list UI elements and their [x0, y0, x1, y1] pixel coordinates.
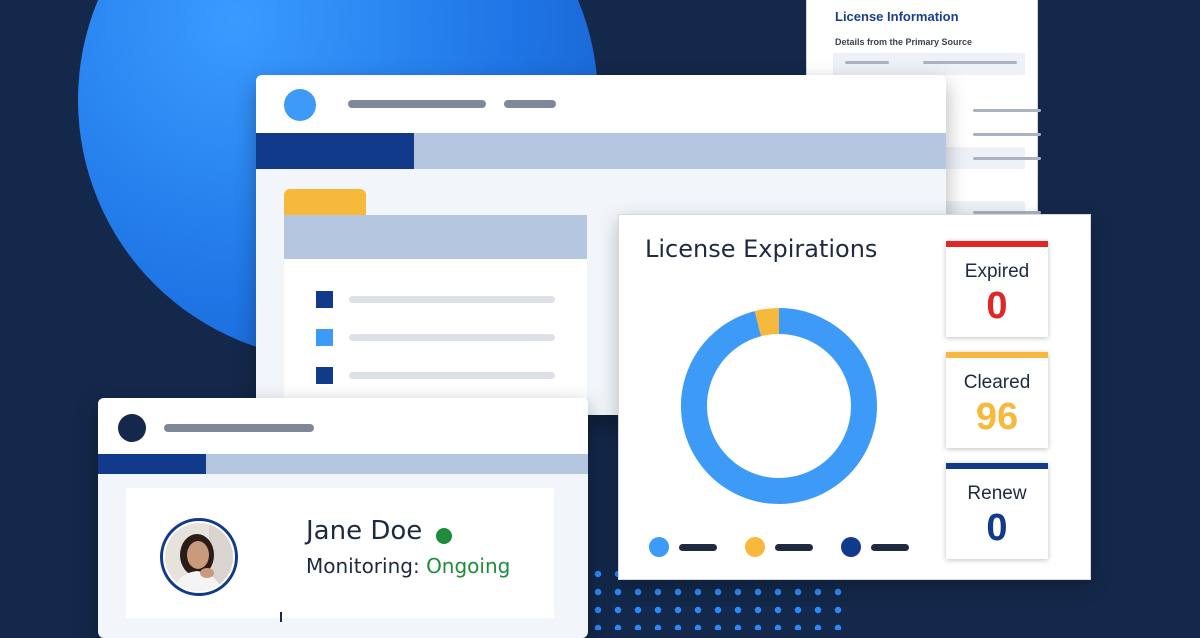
tab-bar [414, 133, 946, 169]
stat-expired: Expired 0 [946, 241, 1048, 337]
checkbox[interactable] [316, 291, 333, 308]
stat-label: Renew [967, 483, 1027, 504]
legend-label-bar [775, 544, 813, 551]
placeholder-bar [845, 61, 889, 64]
stat-value: 0 [986, 285, 1008, 327]
legend-label-bar [871, 544, 909, 551]
panel-header [284, 215, 587, 259]
legend-swatch [649, 537, 669, 557]
stat-label: Cleared [963, 372, 1031, 393]
avatar [160, 518, 238, 596]
monitoring-status: Monitoring: Ongoing [306, 554, 510, 578]
stat-renew: Renew 0 [946, 463, 1048, 559]
license-info-row [833, 53, 1025, 75]
license-info-subtitle: Details from the Primary Source [835, 37, 973, 47]
chart-legend [649, 537, 914, 557]
legend-swatch [745, 537, 765, 557]
donut-slice-cleared [754, 308, 780, 337]
tab-bar [206, 454, 588, 474]
expirations-title: License Expirations [645, 235, 878, 263]
monitoring-value: Ongoing [426, 554, 511, 578]
active-tab[interactable] [98, 454, 206, 474]
stat-accent [946, 241, 1048, 247]
placeholder-bar [973, 133, 1041, 136]
checklist-item-bar [349, 296, 555, 303]
title-placeholder-bar [348, 100, 486, 108]
checkbox[interactable] [316, 367, 333, 384]
placeholder-bar [973, 109, 1041, 112]
active-tab[interactable] [256, 133, 414, 169]
window-logo-icon [118, 414, 146, 442]
checklist-panel [284, 259, 587, 415]
profile-card: Jane Doe Monitoring: Ongoing [126, 488, 554, 622]
legend-swatch [841, 537, 861, 557]
placeholder-bar [973, 157, 1041, 160]
divider [280, 612, 282, 622]
monitoring-label: Monitoring: [306, 554, 420, 578]
donut-slice-renew [681, 308, 877, 504]
stat-accent [946, 352, 1048, 358]
checklist-item-bar [349, 334, 555, 341]
placeholder-bar [923, 61, 1017, 64]
online-status-icon [436, 528, 452, 544]
stat-value: 0 [986, 507, 1008, 549]
profile-window: Jane Doe Monitoring: Ongoing [98, 398, 588, 638]
expirations-donut-chart [681, 308, 877, 504]
window-logo-icon [284, 89, 316, 121]
license-expirations-card: License Expirations Expired 0 Cleared 96… [618, 214, 1091, 580]
stat-cleared: Cleared 96 [946, 352, 1048, 448]
person-photo-icon [165, 523, 233, 591]
stat-label: Expired [964, 261, 1030, 282]
legend-label-bar [679, 544, 717, 551]
stat-value: 96 [975, 396, 1019, 438]
checkbox[interactable] [316, 329, 333, 346]
license-info-title: License Information [835, 9, 959, 24]
title-placeholder-bar [504, 100, 556, 108]
checklist-item-bar [349, 372, 555, 379]
stat-accent [946, 463, 1048, 469]
profile-name: Jane Doe [306, 516, 423, 546]
title-placeholder-bar [164, 424, 314, 432]
